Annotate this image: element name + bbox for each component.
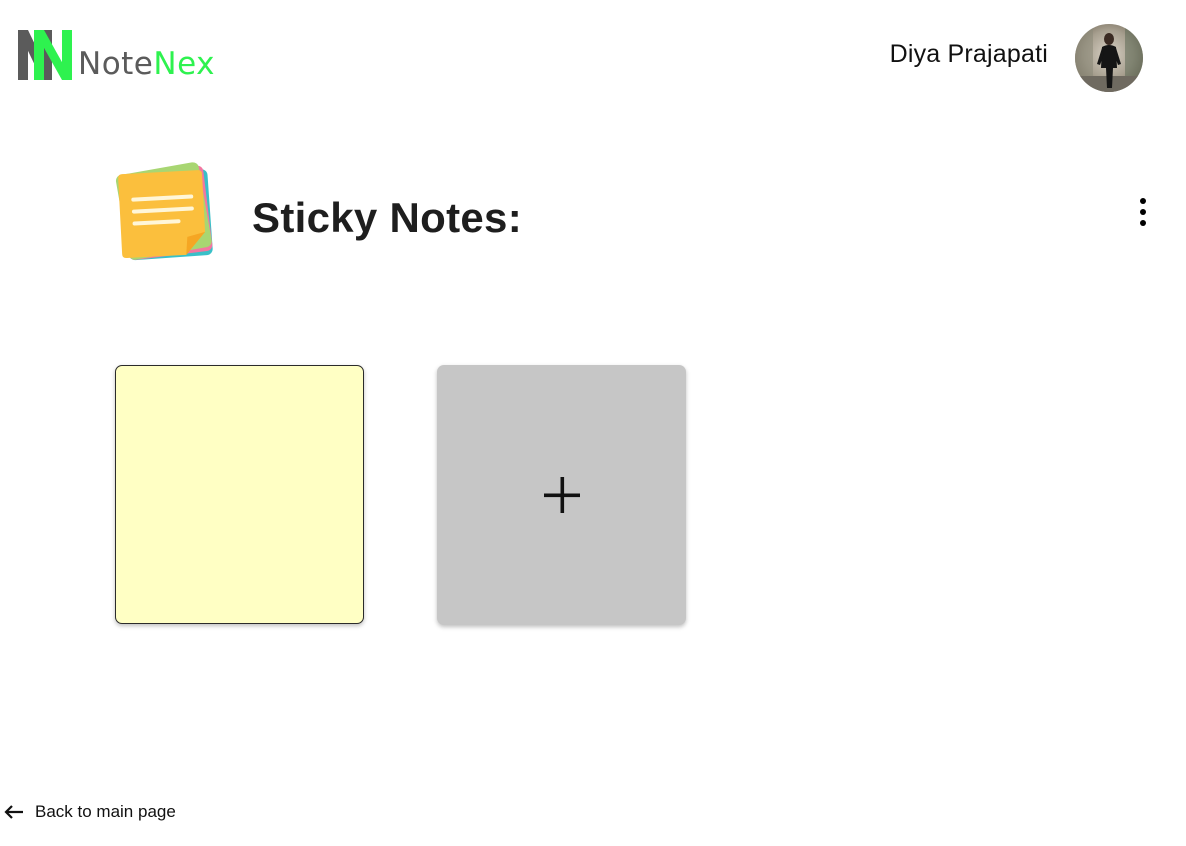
back-to-main-link[interactable]: Back to main page [3,802,176,822]
app-logo[interactable]: NoteNex [18,28,215,82]
logo-text: NoteNex [78,49,215,80]
user-avatar[interactable] [1075,24,1143,92]
more-options-menu[interactable] [1130,196,1156,228]
logo-mark-icon [18,30,72,80]
logo-text-nex: Nex [153,46,215,82]
sticky-notes-page: NoteNex Diya Prajapati Sticky Notes: Bac… [0,0,1186,846]
add-note-button[interactable] [437,365,686,625]
more-vertical-icon [1140,198,1146,204]
sticky-notes-icon [115,162,213,261]
more-dot-2 [1140,209,1146,215]
user-name: Diya Prajapati [889,40,1048,68]
logo-text-note: Note [78,46,154,82]
back-to-main-label: Back to main page [35,802,176,821]
plus-icon [543,477,580,513]
page-title: Sticky Notes: [252,194,522,241]
more-dot-3 [1140,220,1146,226]
arrow-left-icon [4,805,23,819]
user-photo-avatar-icon [1075,24,1143,92]
sticky-note-card[interactable] [115,365,364,624]
